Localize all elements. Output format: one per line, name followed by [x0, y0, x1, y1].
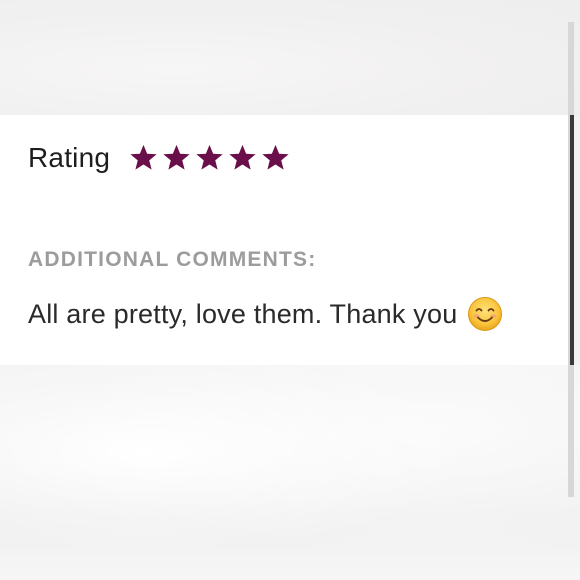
rating-stars: [128, 143, 291, 173]
rating-row: Rating: [28, 138, 291, 178]
star-icon: [229, 144, 256, 170]
background-top: [0, 0, 580, 115]
star-icon: [262, 144, 289, 170]
comment-text: All are pretty, love them. Thank you: [28, 298, 458, 329]
additional-comments-heading: ADDITIONAL COMMENTS:: [28, 248, 317, 271]
rating-label: Rating: [28, 142, 111, 173]
background-bottom: [0, 365, 580, 580]
smiling-face-icon: [468, 297, 503, 331]
star-icon: [163, 144, 190, 170]
star-icon: [196, 144, 223, 170]
comment-row: All are pretty, love them. Thank you: [28, 296, 503, 332]
scrollbar-thumb[interactable]: [570, 115, 574, 365]
star-icon: [130, 144, 157, 170]
